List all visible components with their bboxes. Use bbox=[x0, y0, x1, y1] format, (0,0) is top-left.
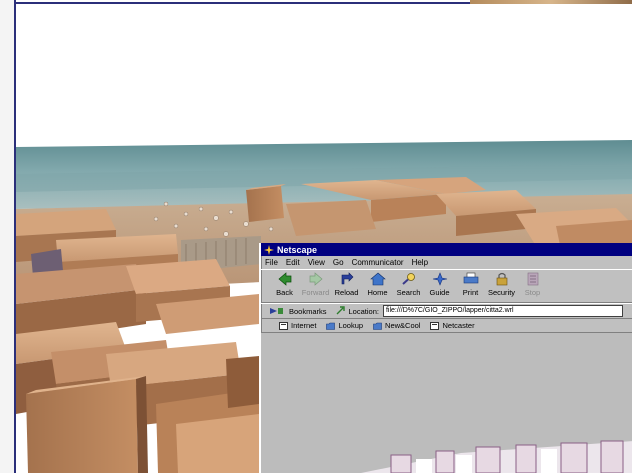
bookmark-page-icon bbox=[279, 321, 288, 330]
folder-icon bbox=[373, 322, 382, 330]
personal-item-netcaster[interactable]: Netcaster bbox=[430, 321, 475, 330]
reload-icon bbox=[341, 272, 353, 285]
page-proxy-icon bbox=[336, 306, 345, 315]
menu-edit[interactable]: Edit bbox=[286, 258, 300, 267]
menu-view[interactable]: View bbox=[308, 258, 325, 267]
forward-arrow-icon bbox=[309, 272, 323, 286]
print-button[interactable]: Print bbox=[455, 270, 486, 297]
netscape-logo-icon bbox=[264, 244, 274, 255]
guide-icon bbox=[432, 272, 447, 286]
menu-go[interactable]: Go bbox=[333, 258, 344, 267]
navigation-toolbar: Back Forward Reload Home Search Guide Pr… bbox=[261, 269, 632, 303]
bookmarks-icon bbox=[270, 308, 283, 314]
location-toolbar: Bookmarks Location: file:///D%7C/GIO_ZIP… bbox=[261, 303, 632, 319]
location-label: Location: bbox=[348, 306, 379, 316]
menu-file[interactable]: File bbox=[265, 258, 278, 267]
search-button[interactable]: Search bbox=[393, 270, 424, 297]
personal-toolbar: Internet Lookup New&Cool Netcaster bbox=[261, 319, 632, 333]
netscape-title-bar[interactable]: Netscape bbox=[261, 243, 632, 256]
security-lock-icon bbox=[496, 272, 507, 286]
stop-icon bbox=[527, 272, 538, 286]
home-button[interactable]: Home bbox=[362, 270, 393, 297]
netscape-window[interactable]: Netscape File Edit View Go Communicator … bbox=[259, 243, 632, 473]
vrml-preview-scene bbox=[361, 440, 632, 473]
personal-item-newcool[interactable]: New&Cool bbox=[373, 321, 420, 330]
menu-bar: File Edit View Go Communicator Help bbox=[261, 256, 632, 269]
back-arrow-icon bbox=[277, 272, 291, 286]
bookmark-page-icon bbox=[430, 321, 440, 330]
home-icon bbox=[369, 272, 386, 286]
search-icon bbox=[401, 273, 415, 285]
location-field[interactable]: file:///D%7C/GIO_ZIPPO/lapper/citta2.wrl bbox=[382, 305, 623, 317]
menu-communicator[interactable]: Communicator bbox=[352, 258, 404, 267]
back-button[interactable]: Back bbox=[269, 270, 300, 297]
reload-button[interactable]: Reload bbox=[331, 270, 362, 297]
menu-help[interactable]: Help bbox=[412, 258, 428, 267]
security-button[interactable]: Security bbox=[486, 270, 517, 297]
personal-item-internet[interactable]: Internet bbox=[279, 321, 316, 330]
personal-item-lookup[interactable]: Lookup bbox=[326, 321, 363, 330]
left-border bbox=[0, 0, 16, 473]
guide-button[interactable]: Guide bbox=[424, 270, 455, 297]
folder-icon bbox=[326, 322, 336, 330]
netscape-content-area[interactable] bbox=[261, 333, 632, 473]
desktop-background: Netscape File Edit View Go Communicator … bbox=[0, 0, 632, 473]
bookmarks-button[interactable]: Bookmarks bbox=[289, 307, 327, 316]
stop-button[interactable]: Stop bbox=[517, 270, 548, 297]
forward-button[interactable]: Forward bbox=[300, 270, 331, 297]
window-title: Netscape bbox=[277, 244, 318, 255]
print-icon bbox=[463, 272, 478, 284]
